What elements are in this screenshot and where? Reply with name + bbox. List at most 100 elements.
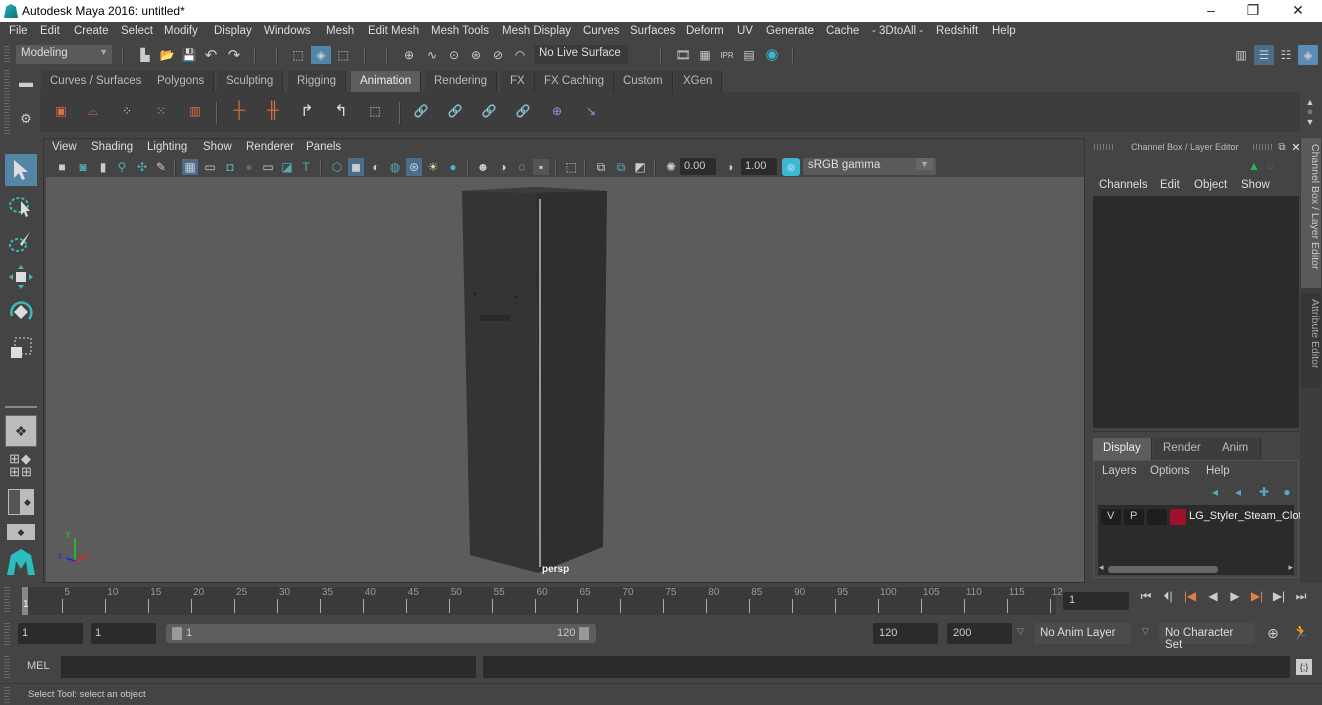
open-scene-icon[interactable]: 📂 <box>159 47 175 63</box>
playback-end-field[interactable]: 120 <box>873 623 938 644</box>
menu-select[interactable]: Select <box>121 25 153 37</box>
panel-drag-handle[interactable] <box>1094 144 1114 150</box>
modeling-toolkit-icon[interactable]: ▥ <box>1233 47 1249 63</box>
maximize-button[interactable]: ❐ <box>1238 2 1268 19</box>
two-d-pan-zoom-icon[interactable]: ✣ <box>134 159 150 175</box>
shelf-tab-polygons[interactable]: Polygons <box>148 71 215 92</box>
shadows-icon[interactable]: ☀ <box>425 159 441 175</box>
start-time-field[interactable]: 1 <box>18 623 83 644</box>
safe-action-icon[interactable]: ◪ <box>279 159 295 175</box>
timeline-gauge-icon[interactable]: ⌓ <box>82 103 104 119</box>
scale-tool-icon[interactable] <box>5 332 37 364</box>
color-management-icon[interactable]: ◎ <box>782 158 800 176</box>
range-start-handle[interactable] <box>172 627 182 640</box>
layer-tab-anim[interactable]: Anim <box>1210 438 1262 460</box>
play-forwards-button[interactable]: ▶ <box>1226 589 1244 603</box>
select-camera-icon[interactable]: ⬚ <box>563 159 579 175</box>
shelf-tab-xgen[interactable]: XGen <box>674 71 723 92</box>
current-frame-field[interactable]: 1 <box>1063 592 1129 610</box>
set-breakdown-icon[interactable]: ⁙ <box>150 103 172 119</box>
side-tab-attribute-editor[interactable]: Attribute Editor <box>1301 293 1321 388</box>
layer-color-swatch[interactable] <box>1170 509 1186 525</box>
minimize-button[interactable]: – <box>1196 2 1226 18</box>
go-to-end-button[interactable]: ⏭ <box>1292 589 1310 604</box>
frame-all-icon[interactable]: ⧉ <box>593 159 609 175</box>
viewport-menu-shading[interactable]: Shading <box>91 141 133 153</box>
mirror-joint-icon[interactable]: ╫ <box>262 102 284 119</box>
script-editor-icon[interactable]: {;} <box>1296 659 1312 675</box>
menu-3dtoall[interactable]: - 3DtoAll - <box>872 25 923 37</box>
menu-windows[interactable]: Windows <box>264 25 311 37</box>
step-back-frame-button[interactable]: ⏴| <box>1159 589 1177 604</box>
frame-selection-icon[interactable]: ⧉ <box>613 159 629 175</box>
lasso-tool-icon[interactable] <box>5 190 37 222</box>
exposure-icon[interactable]: ✺ <box>663 159 679 175</box>
layer-scrollbar[interactable]: ◂ ▸ <box>1098 562 1294 575</box>
ipr-render-icon[interactable]: IPR <box>719 47 735 63</box>
textured-icon[interactable]: ◍ <box>387 159 403 175</box>
render-settings-icon[interactable]: ▤ <box>741 47 757 63</box>
shelf-tab-fx-caching[interactable]: FX Caching <box>535 71 615 92</box>
scale-constraint-icon[interactable]: 🔗 <box>512 103 534 119</box>
layer-tab-render[interactable]: Render <box>1153 438 1212 460</box>
set-key-icon[interactable]: ⁘ <box>116 103 138 119</box>
help-line-drag-handle[interactable] <box>4 687 10 703</box>
xray-icon[interactable]: ◑ <box>495 159 511 175</box>
range-drag-handle[interactable] <box>4 623 10 645</box>
timeline-drag-handle[interactable] <box>4 587 10 613</box>
viewport-menu-view[interactable]: View <box>52 141 77 153</box>
render-view-icon[interactable]: 🎞 <box>675 47 691 63</box>
shelf-tab-sculpting[interactable]: Sculpting <box>217 71 284 92</box>
auto-key-icon[interactable]: ⊕ <box>1265 625 1281 641</box>
menu-cache[interactable]: Cache <box>826 25 859 37</box>
color-space-dropdown[interactable]: sRGB gamma ▼ <box>803 158 936 175</box>
use-all-lights-icon[interactable]: ⊛ <box>406 158 422 176</box>
menu-file[interactable]: File <box>9 25 28 37</box>
safe-title-icon[interactable]: T <box>298 159 314 175</box>
select-tool-icon[interactable] <box>5 154 37 186</box>
menu-surfaces[interactable]: Surfaces <box>630 25 675 37</box>
scroll-left-icon[interactable]: ◂ <box>1099 562 1104 573</box>
command-input[interactable] <box>61 656 476 678</box>
channel-box-toggle-icon[interactable]: ☰ <box>1254 45 1274 65</box>
layer-row[interactable]: V P LG_Styler_Steam_Cloth <box>1098 507 1308 527</box>
layer-name[interactable]: LG_Styler_Steam_Cloth <box>1189 510 1308 522</box>
character-set-chevron-icon[interactable]: ▽ <box>1142 626 1149 637</box>
view-transform-icon[interactable]: ◩ <box>632 159 648 175</box>
side-tab-channel-box[interactable]: Channel Box / Layer Editor <box>1301 138 1321 288</box>
options-menu[interactable]: Options <box>1150 465 1190 477</box>
menu-display[interactable]: Display <box>214 25 252 37</box>
shelf-tab-animation[interactable]: Animation <box>351 71 422 92</box>
bookmark-icon[interactable]: ▮ <box>95 159 111 175</box>
two-pane-layout-icon[interactable]: ◆ <box>5 488 37 516</box>
isolate-select-icon[interactable]: ☻ <box>475 159 491 175</box>
bind-skin-icon[interactable]: ⬚ <box>364 103 386 119</box>
viewport-menu-panels[interactable]: Panels <box>306 141 341 153</box>
menu-redshift[interactable]: Redshift <box>936 25 978 37</box>
step-forward-key-button[interactable]: ▶| <box>1248 589 1266 603</box>
grease-pencil-icon[interactable]: ✎ <box>153 159 169 175</box>
attribute-editor-toggle-icon[interactable]: ☷ <box>1278 47 1294 63</box>
edit-menu[interactable]: Edit <box>1160 179 1180 191</box>
render-current-frame-icon[interactable]: ▦ <box>697 47 713 63</box>
command-language-toggle[interactable]: MEL <box>27 660 50 672</box>
snap-to-live-icon[interactable]: ⊘ <box>490 47 506 63</box>
timeline-ruler[interactable]: 1 5 10 15 20 25 30 35 40 45 50 55 60 65 70 75 80 85 90 95 1… <box>22 587 1063 615</box>
point-constraint-icon[interactable]: 🔗 <box>444 103 466 119</box>
menu-mesh-tools[interactable]: Mesh Tools <box>431 25 489 37</box>
move-tool-icon[interactable] <box>5 261 37 293</box>
gamma-field[interactable]: 1.00 <box>741 158 777 175</box>
range-end-handle[interactable] <box>579 627 589 640</box>
layer-tab-display[interactable]: Display <box>1093 438 1152 460</box>
shelf-tab-rigging[interactable]: Rigging <box>288 71 346 92</box>
make-live-icon[interactable]: ◠ <box>512 47 528 63</box>
menu-curves[interactable]: Curves <box>583 25 619 37</box>
gamma-icon[interactable]: ◗ <box>723 159 739 175</box>
parent-constraint-icon[interactable]: 🔗 <box>410 103 432 119</box>
resolution-gate-icon[interactable]: ◘ <box>222 159 238 175</box>
menu-set-dropdown[interactable]: Modeling ▼ <box>16 45 112 64</box>
menu-uv[interactable]: UV <box>737 25 753 37</box>
layers-toggle-icon[interactable]: ◈ <box>1298 45 1318 65</box>
xray-joints-icon[interactable]: ◌ <box>514 159 530 175</box>
end-time-field[interactable]: 200 <box>947 623 1012 644</box>
